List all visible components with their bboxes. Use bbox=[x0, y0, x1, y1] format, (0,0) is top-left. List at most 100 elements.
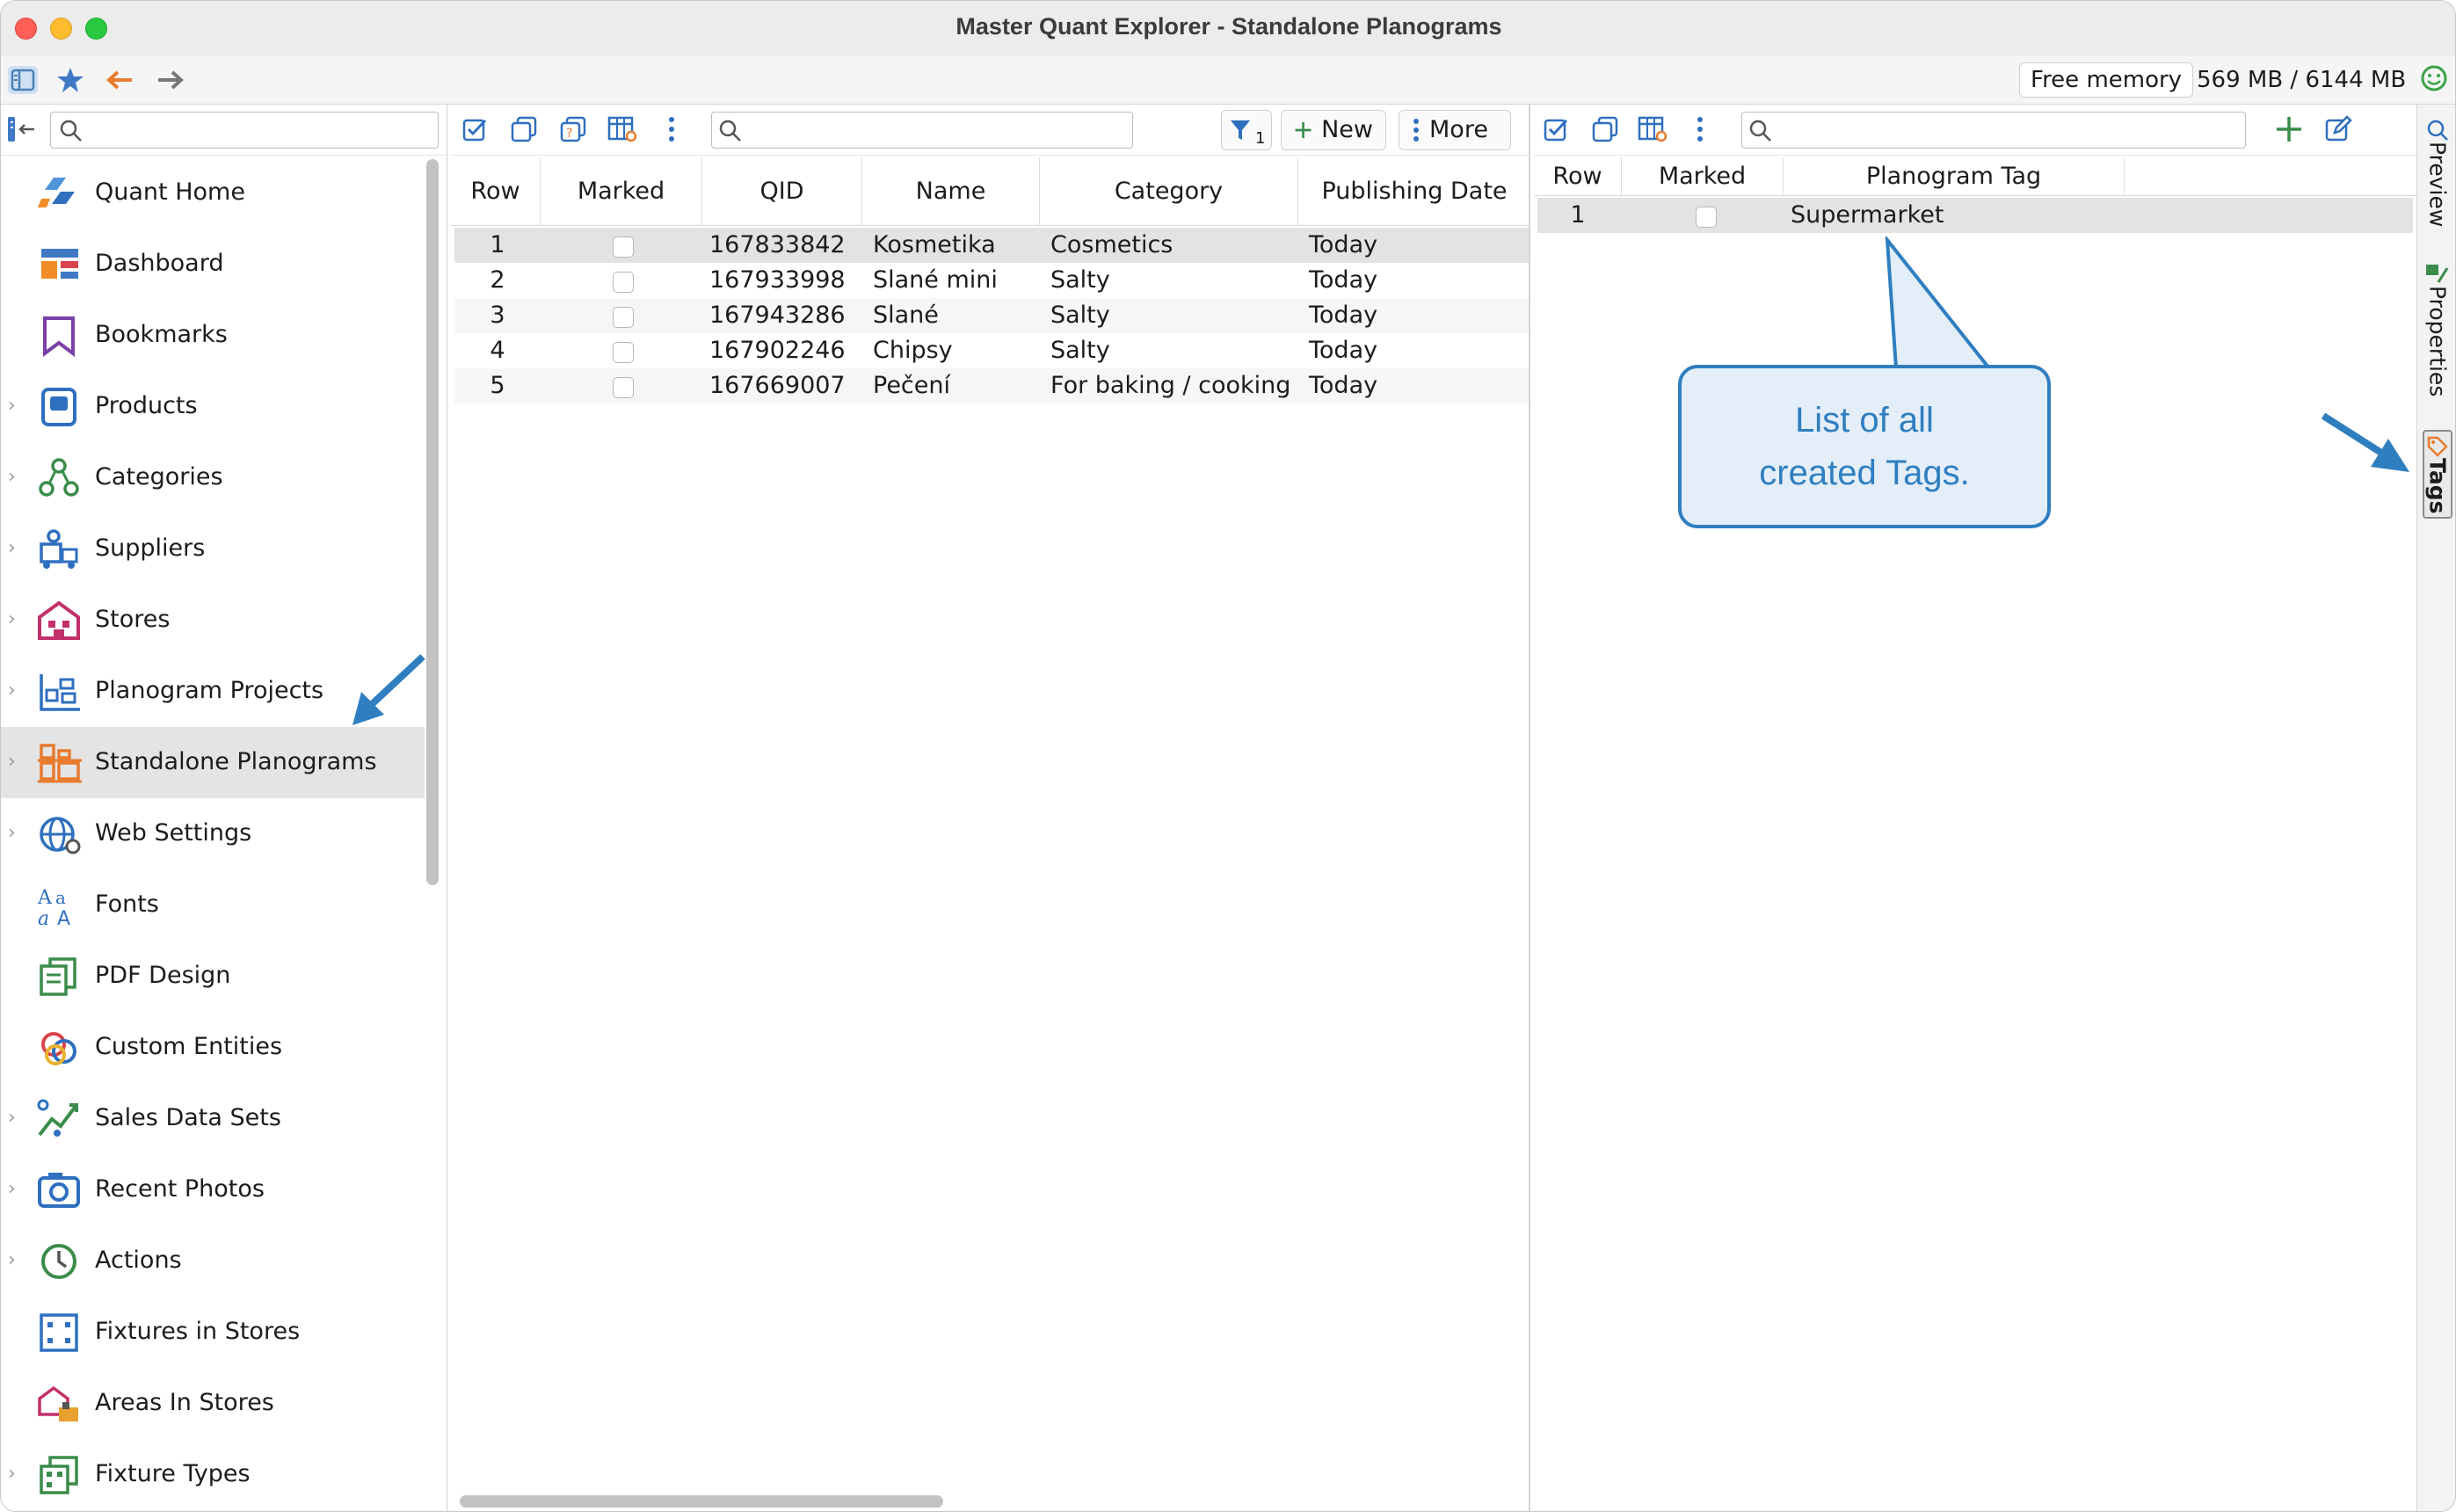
marked-checkbox[interactable] bbox=[613, 272, 634, 293]
tags-search-input[interactable] bbox=[1741, 112, 2246, 149]
column-header-qid[interactable]: QID bbox=[702, 157, 862, 226]
table-row[interactable]: 3 167943286 Slané Salty Today bbox=[454, 298, 1529, 333]
marked-checkbox[interactable] bbox=[1696, 207, 1717, 228]
new-button[interactable]: New bbox=[1281, 110, 1386, 150]
svg-text:a: a bbox=[55, 887, 66, 908]
callout-pointer bbox=[1885, 236, 1991, 370]
nav-item-fixture-types[interactable]: › Fixture Types bbox=[1, 1439, 425, 1510]
chevron-right-icon[interactable]: › bbox=[8, 1108, 24, 1129]
chevron-right-icon[interactable]: › bbox=[8, 396, 24, 417]
fixture-types-icon bbox=[36, 1454, 85, 1496]
marked-checkbox[interactable] bbox=[613, 377, 634, 398]
annotation-callout: List of all created Tags. bbox=[1678, 365, 2051, 528]
nav-item-bookmarks[interactable]: Bookmarks bbox=[1, 300, 425, 371]
nav-search-input[interactable] bbox=[50, 112, 439, 149]
nav-item-quant-home[interactable]: Quant Home bbox=[1, 157, 425, 229]
more-vertical-icon[interactable] bbox=[657, 115, 687, 143]
nav-item-standalone-planograms[interactable]: › Standalone Planograms bbox=[1, 727, 425, 798]
collapse-nav-icon[interactable] bbox=[6, 115, 38, 147]
planograms-toolbar: ? 1 New More bbox=[451, 105, 1530, 156]
edit-tag-button[interactable] bbox=[2323, 115, 2353, 143]
tab-properties[interactable]: Properties bbox=[2423, 263, 2452, 396]
add-tag-button[interactable] bbox=[2274, 115, 2304, 143]
nav-item-recent-photos[interactable]: › Recent Photos bbox=[1, 1154, 425, 1225]
select-all-icon[interactable] bbox=[460, 115, 490, 143]
deselect-all-icon[interactable] bbox=[509, 115, 539, 143]
column-header-marked[interactable]: Marked bbox=[1622, 157, 1784, 196]
marked-checkbox[interactable] bbox=[613, 307, 634, 328]
nav-scrollbar[interactable] bbox=[426, 159, 439, 885]
pdf-design-icon bbox=[36, 956, 85, 998]
forward-arrow-icon[interactable] bbox=[156, 66, 185, 94]
preview-icon bbox=[2427, 120, 2448, 141]
invert-selection-icon[interactable]: ? bbox=[558, 115, 588, 143]
tag-icon bbox=[2427, 436, 2448, 457]
more-vertical-icon[interactable] bbox=[1685, 115, 1715, 143]
marked-checkbox[interactable] bbox=[613, 236, 634, 258]
areas-icon bbox=[36, 1383, 85, 1425]
column-header-row[interactable]: Row bbox=[1534, 157, 1622, 196]
filter-button[interactable]: 1 bbox=[1221, 110, 1272, 150]
back-arrow-icon[interactable] bbox=[105, 66, 134, 94]
table-row[interactable]: 1 167833842 Kosmetika Cosmetics Today bbox=[454, 228, 1529, 263]
tab-tags[interactable]: Tags bbox=[2423, 430, 2452, 520]
nav-item-fixtures-in-stores[interactable]: Fixtures in Stores bbox=[1, 1297, 425, 1368]
nav-item-pdf-design[interactable]: PDF Design bbox=[1, 941, 425, 1012]
more-button[interactable]: More bbox=[1399, 110, 1511, 150]
chevron-right-icon[interactable]: › bbox=[8, 467, 24, 488]
chevron-right-icon[interactable]: › bbox=[8, 538, 24, 559]
table-settings-icon[interactable] bbox=[1638, 115, 1668, 143]
nav-item-products[interactable]: › Products bbox=[1, 371, 425, 442]
marked-checkbox[interactable] bbox=[613, 342, 634, 363]
column-header-name[interactable]: Name bbox=[862, 157, 1040, 226]
nav-item-fonts[interactable]: AaaA Fonts bbox=[1, 869, 425, 941]
chevron-right-icon[interactable]: › bbox=[8, 680, 24, 701]
chevron-right-icon[interactable]: › bbox=[8, 823, 24, 844]
column-header-publishing-date[interactable]: Publishing Date bbox=[1298, 157, 1530, 226]
nav-item-web-settings[interactable]: › Web Settings bbox=[1, 798, 425, 869]
globe-icon bbox=[36, 813, 85, 855]
chevron-right-icon[interactable]: › bbox=[8, 1464, 24, 1485]
fonts-icon: AaaA bbox=[36, 884, 85, 930]
nav-item-custom-entities[interactable]: Custom Entities bbox=[1, 1012, 425, 1083]
nav-item-categories[interactable]: › Categories bbox=[1, 442, 425, 513]
tab-preview[interactable]: Preview bbox=[2423, 119, 2452, 227]
table-row[interactable]: 4 167902246 Chipsy Salty Today bbox=[454, 333, 1529, 368]
search-icon bbox=[1749, 120, 1771, 142]
nav-item-sales-data-sets[interactable]: › Sales Data Sets bbox=[1, 1083, 425, 1154]
column-header-marked[interactable]: Marked bbox=[541, 157, 702, 226]
nav-item-dashboard[interactable]: Dashboard bbox=[1, 229, 425, 300]
properties-icon bbox=[2426, 265, 2449, 283]
table-row[interactable]: 5 167669007 Pečení For baking / cooking … bbox=[454, 368, 1529, 403]
column-header-row[interactable]: Row bbox=[451, 157, 541, 226]
deselect-all-icon[interactable] bbox=[1590, 115, 1620, 143]
planograms-search-input[interactable] bbox=[711, 112, 1133, 149]
actions-icon bbox=[36, 1240, 85, 1283]
nav-item-actions[interactable]: › Actions bbox=[1, 1225, 425, 1297]
nav-item-stores[interactable]: › Stores bbox=[1, 585, 425, 656]
free-memory-button[interactable]: Free memory bbox=[2019, 62, 2194, 98]
sales-data-icon bbox=[36, 1098, 85, 1140]
chevron-right-icon[interactable]: › bbox=[8, 1250, 24, 1271]
store-icon bbox=[36, 600, 85, 642]
horizontal-scrollbar[interactable] bbox=[460, 1495, 943, 1508]
chevron-right-icon[interactable]: › bbox=[8, 609, 24, 630]
column-header-category[interactable]: Category bbox=[1040, 157, 1298, 226]
select-all-icon[interactable] bbox=[1541, 115, 1571, 143]
categories-icon bbox=[36, 457, 85, 499]
more-vertical-icon bbox=[1413, 119, 1419, 142]
table-settings-icon[interactable] bbox=[607, 115, 637, 143]
column-header-planogram-tag[interactable]: Planogram Tag bbox=[1784, 157, 2125, 196]
table-row[interactable]: 1 Supermarket bbox=[1537, 198, 2413, 233]
nav-item-suppliers[interactable]: › Suppliers bbox=[1, 513, 425, 585]
favorites-star-icon[interactable] bbox=[55, 66, 85, 94]
chevron-right-icon[interactable]: › bbox=[8, 752, 24, 773]
planograms-panel: ? 1 New More Row Marked QID Name Categor… bbox=[451, 105, 1530, 1511]
window-title: Master Quant Explorer - Standalone Plano… bbox=[956, 13, 1502, 40]
nav-item-areas-in-stores[interactable]: Areas In Stores bbox=[1, 1368, 425, 1439]
table-row[interactable]: 2 167933998 Slané mini Salty Today bbox=[454, 263, 1529, 298]
camera-icon bbox=[36, 1169, 85, 1211]
dashboard-icon bbox=[36, 244, 85, 286]
chevron-right-icon[interactable]: › bbox=[8, 1179, 24, 1200]
sidebar-toggle-icon[interactable] bbox=[8, 66, 38, 94]
